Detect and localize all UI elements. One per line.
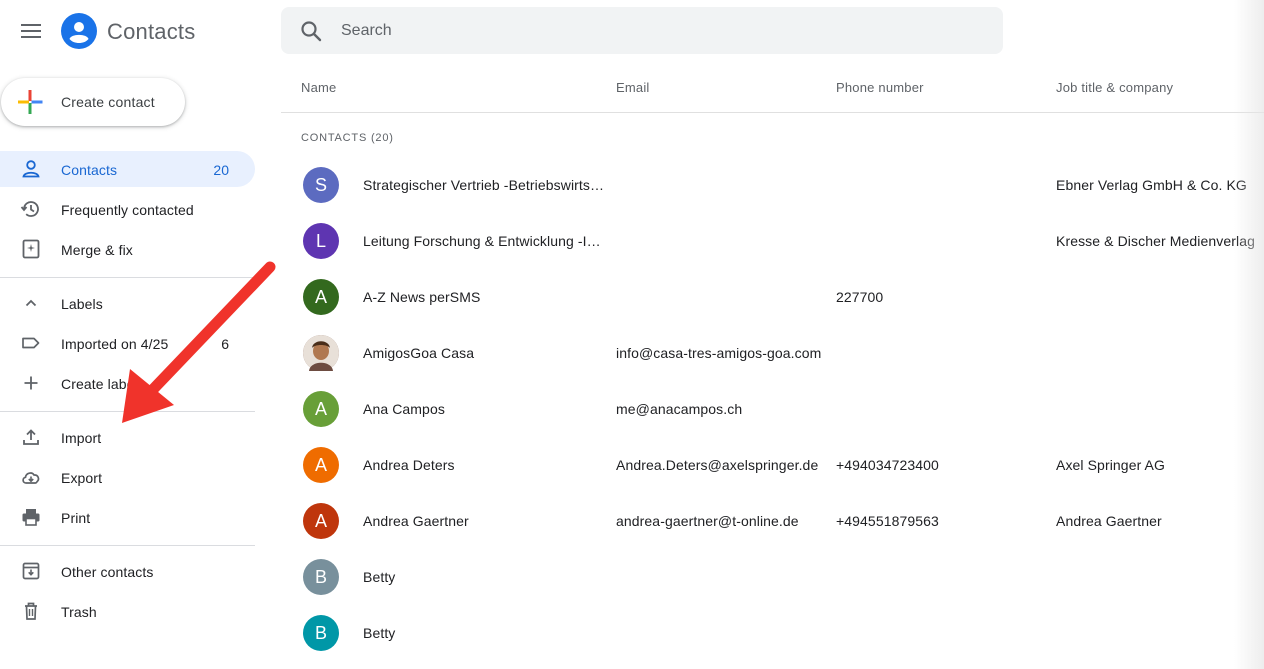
sidebar-item-label: Export: [61, 470, 103, 486]
sidebar-item-merge-fix[interactable]: Merge & fix: [0, 231, 255, 267]
contact-avatar[interactable]: A: [303, 503, 339, 539]
table-row[interactable]: A Ana Campos me@anacampos.ch: [281, 381, 1264, 437]
contact-avatar[interactable]: L: [303, 223, 339, 259]
chevron-up-icon: [25, 299, 37, 307]
column-header-phone[interactable]: Phone number: [836, 80, 924, 95]
create-contact-button[interactable]: Create contact: [1, 78, 185, 126]
upload-icon: [23, 429, 39, 445]
contacts-count: 20: [213, 162, 229, 178]
plus-icon: [24, 376, 38, 390]
contact-email: Andrea.Deters@axelspringer.de: [616, 457, 819, 473]
history-icon: [20, 201, 39, 217]
contact-name: Ana Campos: [363, 401, 445, 417]
sidebar-item-other-contacts[interactable]: Other contacts: [0, 553, 255, 589]
contact-email: me@anacampos.ch: [616, 401, 743, 417]
person-icon: [22, 160, 40, 178]
labels-header: Labels: [61, 296, 103, 312]
sidebar-divider: [0, 277, 255, 278]
contact-avatar[interactable]: A: [303, 391, 339, 427]
contact-avatar[interactable]: B: [303, 615, 339, 651]
sidebar-item-label: Create label: [61, 376, 138, 392]
table-row[interactable]: B Betty: [281, 605, 1264, 661]
sidebar-item-frequently-contacted[interactable]: Frequently contacted: [0, 191, 255, 227]
contact-phone: 227700: [836, 289, 884, 305]
table-row[interactable]: A Andrea Deters Andrea.Deters@axelspringer…: [281, 437, 1264, 493]
column-header-job[interactable]: Job title & company: [1056, 80, 1173, 95]
merge-icon: [22, 239, 40, 259]
sidebar-divider: [0, 545, 255, 546]
sidebar-divider: [0, 411, 255, 412]
header-divider: [281, 112, 1264, 113]
sidebar-item-label: Trash: [61, 604, 97, 620]
hamburger-menu-icon: [21, 24, 41, 38]
sidebar-item-imported-label[interactable]: Imported on 4/25 6: [0, 325, 255, 361]
table-row[interactable]: B Betty: [281, 549, 1264, 605]
contact-name: Strategischer Vertrieb -Betriebswirtscha…: [363, 177, 606, 193]
contact-email: info@casa-tres-amigos-goa.com: [616, 345, 822, 361]
table-row[interactable]: A A-Z News perSMS 227700: [281, 269, 1264, 325]
main-menu-button[interactable]: [14, 14, 48, 48]
contact-name: Betty: [363, 569, 396, 585]
contact-phone: +494551879563: [836, 513, 939, 529]
contact-name: Betty: [363, 625, 396, 641]
contact-avatar[interactable]: B: [303, 559, 339, 595]
archive-icon: [22, 562, 40, 580]
table-row[interactable]: AmigosGoa Casa info@casa-tres-amigos-goa.…: [281, 325, 1264, 381]
contact-avatar[interactable]: S: [303, 167, 339, 203]
sidebar-item-label: Imported on 4/25: [61, 336, 169, 352]
contacts-logo-icon: [61, 13, 97, 49]
contact-photo-avatar[interactable]: [303, 335, 339, 371]
contact-job-company: Kresse & Discher Medienverlag: [1056, 233, 1255, 249]
sidebar-item-contacts[interactable]: Contacts 20: [0, 151, 255, 187]
cloud-download-icon: [22, 472, 40, 484]
contacts-section-label: CONTACTS (20): [301, 132, 394, 144]
contact-job-company: Ebner Verlag GmbH & Co. KG: [1056, 177, 1247, 193]
label-icon: [22, 337, 40, 349]
table-row[interactable]: L Leitung Forschung & Entwicklung -Innova…: [281, 213, 1264, 269]
sidebar-item-label: Merge & fix: [61, 242, 133, 258]
labels-section-toggle[interactable]: Labels: [0, 285, 255, 321]
contact-name: Leitung Forschung & Entwicklung -Innovat…: [363, 233, 606, 249]
table-row[interactable]: S Strategischer Vertrieb -Betriebswirtsch…: [281, 157, 1264, 213]
contact-name: Andrea Deters: [363, 457, 455, 473]
sidebar-item-label: Import: [61, 430, 102, 446]
search-bar[interactable]: Search: [281, 7, 1003, 54]
contact-name: AmigosGoa Casa: [363, 345, 475, 361]
contact-job-company: Axel Springer AG: [1056, 457, 1165, 473]
sidebar-item-label: Other contacts: [61, 564, 154, 580]
search-input[interactable]: Search: [341, 22, 392, 40]
contact-phone: +494034723400: [836, 457, 939, 473]
contact-job-company: Andrea Gaertner: [1056, 513, 1162, 529]
contact-name: Andrea Gaertner: [363, 513, 469, 529]
label-count: 6: [221, 336, 229, 352]
table-row[interactable]: A Andrea Gaertner andrea-gaertner@t-online…: [281, 493, 1264, 549]
contact-name: A-Z News perSMS: [363, 289, 481, 305]
contact-avatar[interactable]: A: [303, 447, 339, 483]
right-edge-shadow: [1234, 0, 1264, 669]
sidebar-item-create-label[interactable]: Create label: [0, 365, 255, 401]
sidebar-item-label: Print: [61, 510, 91, 526]
create-contact-label: Create contact: [61, 94, 155, 110]
sidebar-item-print[interactable]: Print: [0, 499, 255, 535]
column-header-name[interactable]: Name: [301, 80, 336, 95]
trash-icon: [25, 602, 37, 620]
sidebar-item-export[interactable]: Export: [0, 459, 255, 495]
column-header-email[interactable]: Email: [616, 80, 650, 95]
printer-icon: [22, 509, 40, 526]
sidebar-item-trash[interactable]: Trash: [0, 593, 255, 629]
colorful-plus-icon: [18, 90, 43, 114]
sidebar-item-import[interactable]: Import: [0, 419, 255, 455]
contact-avatar[interactable]: A: [303, 279, 339, 315]
search-icon[interactable]: [299, 19, 323, 43]
app-title: Contacts: [107, 19, 196, 44]
sidebar-item-label: Frequently contacted: [61, 202, 194, 218]
sidebar-item-label: Contacts: [61, 162, 118, 178]
contact-email: andrea-gaertner@t-online.de: [616, 513, 799, 529]
